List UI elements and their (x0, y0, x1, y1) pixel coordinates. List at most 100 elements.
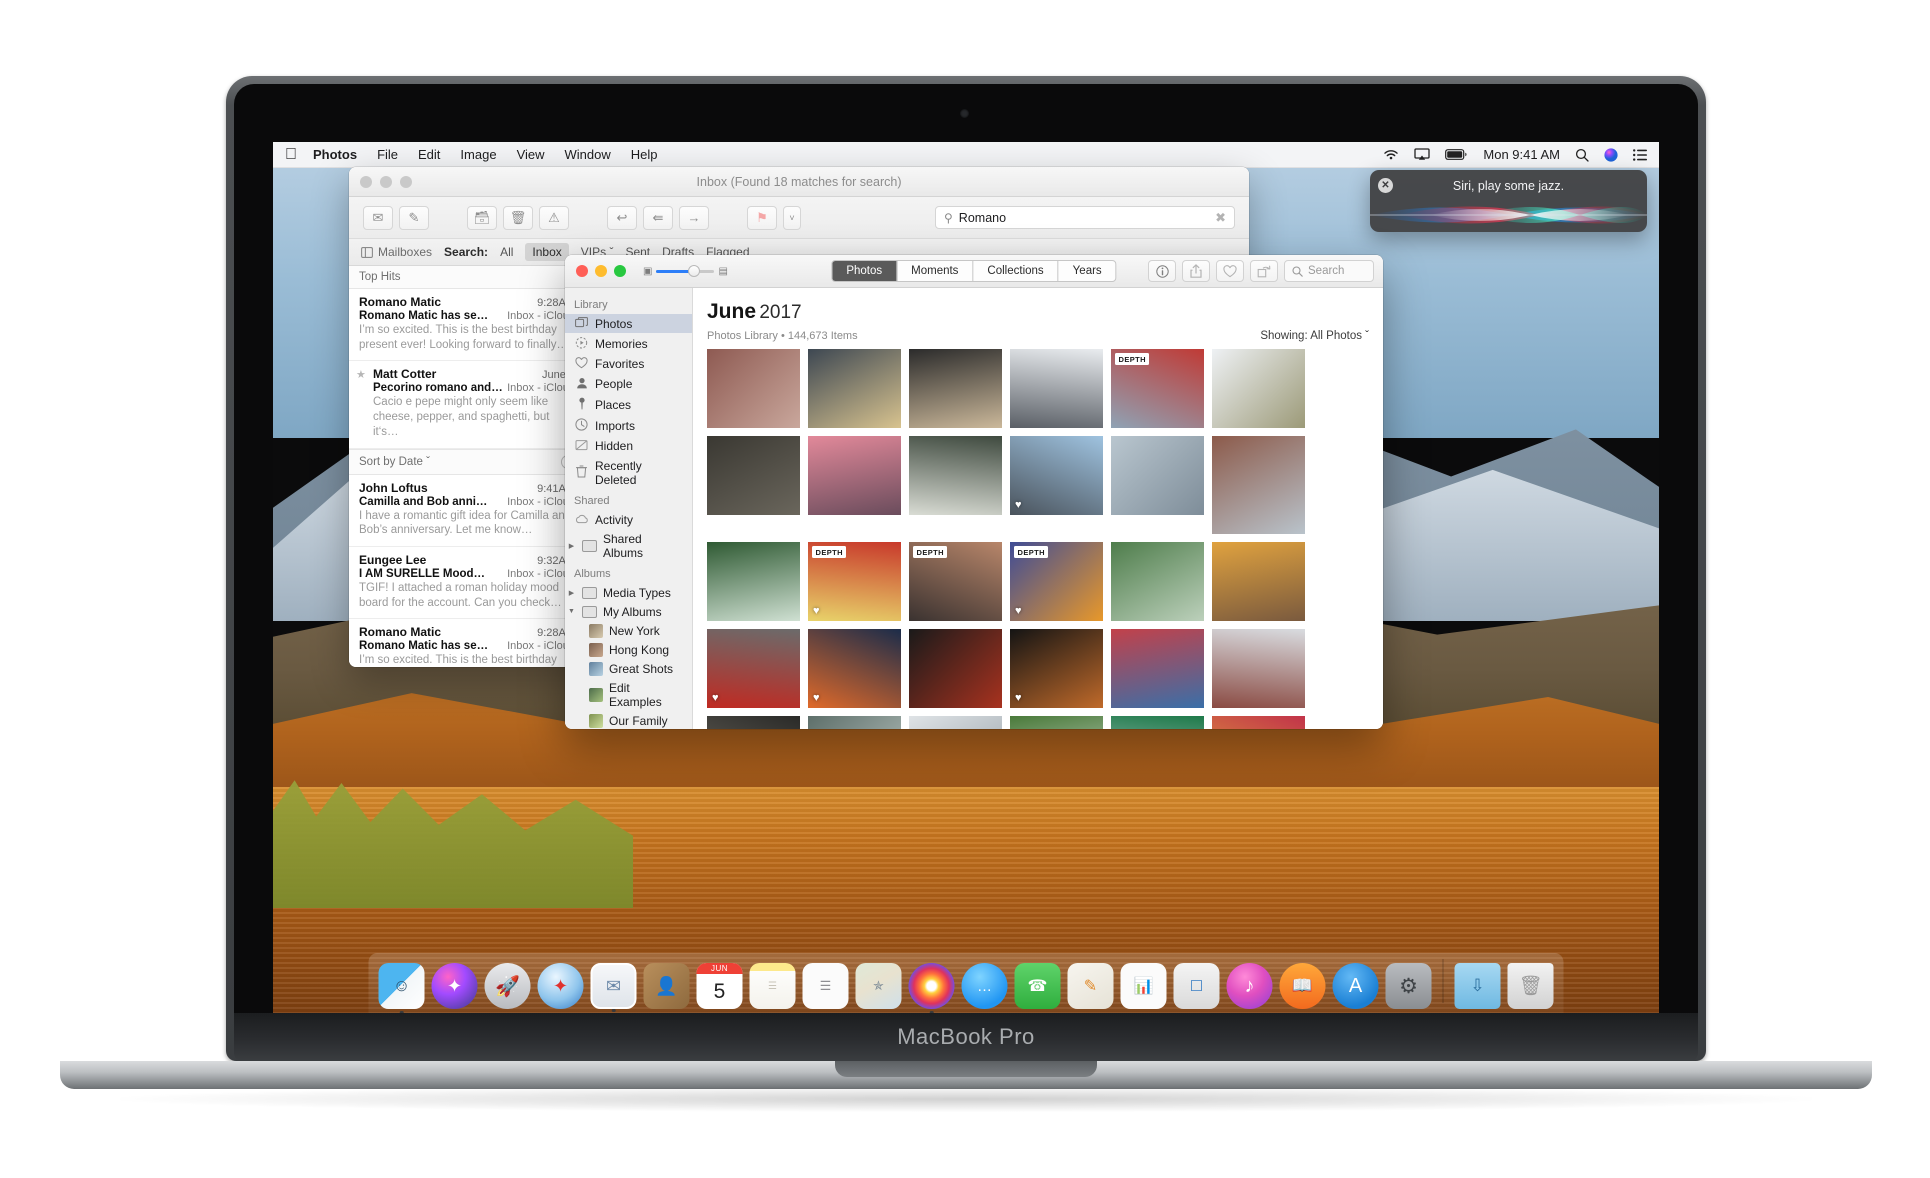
clear-icon[interactable]: ✖ (1215, 210, 1226, 226)
sidebar-item-memories[interactable]: Memories (565, 333, 692, 354)
chevron-right-icon[interactable]: ▶ (567, 542, 576, 550)
mail-message-list[interactable]: Top Hits Romano Matic 9:28AM Romano Mati… (349, 266, 586, 667)
photo-thumbnail[interactable] (1212, 716, 1305, 729)
photo-thumbnail[interactable] (909, 436, 1002, 515)
dock-item-photos[interactable] (908, 963, 955, 1013)
sidebar-item-our-family[interactable]: Our Family (565, 711, 692, 729)
photo-thumbnail[interactable] (1212, 349, 1305, 428)
sidebar-item-activity[interactable]: Activity (565, 510, 692, 529)
sidebar-item-media-types[interactable]: ▶ Media Types (565, 583, 692, 602)
dock-item-keynote[interactable]: ☐ (1173, 963, 1220, 1009)
sidebar-item-hong-kong[interactable]: Hong Kong (565, 640, 692, 659)
dock-item-itunes[interactable]: ♪ (1226, 963, 1273, 1009)
heart-icon[interactable] (1216, 260, 1244, 282)
zoom-slider-knob[interactable] (688, 265, 701, 277)
photo-thumbnail[interactable] (1010, 349, 1103, 428)
trash-icon[interactable]: 🗑 (503, 205, 533, 230)
photos-minimize-button[interactable] (595, 265, 607, 277)
airplay-icon[interactable] (1414, 148, 1431, 161)
menu-item-window[interactable]: Window (565, 147, 611, 162)
mail-close-button[interactable] (360, 175, 372, 188)
mail-titlebar[interactable]: Inbox (Found 18 matches for search) (349, 167, 1249, 197)
list-item[interactable]: Eungee Lee 9:32AM I AM SURELLE Mood… Inb… (349, 547, 585, 620)
photos-content[interactable]: June 2017 Photos Library • 144,673 Items… (693, 288, 1383, 729)
forward-icon[interactable]: → (679, 205, 709, 230)
zoom-out-icon[interactable]: ▣ (643, 266, 652, 277)
photo-thumbnail[interactable] (1111, 436, 1204, 515)
photo-thumbnail[interactable] (1010, 716, 1103, 729)
list-item[interactable]: Romano Matic 9:28AM Romano Matic has sen… (349, 289, 585, 362)
sidebar-item-great-shots[interactable]: Great Shots (565, 659, 692, 678)
mailboxes-toggle[interactable]: Mailboxes (361, 245, 432, 259)
tab-years[interactable]: Years (1059, 261, 1116, 281)
sidebar-item-shared-albums[interactable]: ▶ Shared Albums (565, 529, 692, 562)
photo-thumbnail[interactable]: DEPTH ♥ (1010, 542, 1103, 621)
photo-thumbnail[interactable] (909, 716, 1002, 729)
menu-item-file[interactable]: File (377, 147, 398, 162)
menu-item-image[interactable]: Image (460, 147, 496, 162)
photo-thumbnail[interactable]: DEPTH (909, 542, 1002, 621)
photos-close-button[interactable] (576, 265, 588, 277)
photos-zoom-button[interactable] (614, 265, 626, 277)
mail-zoom-button[interactable] (400, 175, 412, 188)
sidebar-item-new-york[interactable]: New York (565, 621, 692, 640)
photos-view-segmented-control[interactable]: Photos Moments Collections Years (831, 260, 1117, 282)
photos-sidebar[interactable]: Library Photos Memories Favorites People… (565, 288, 693, 729)
photo-thumbnail[interactable] (808, 716, 901, 729)
photo-thumbnail[interactable]: ♥ (707, 629, 800, 708)
sidebar-item-photos[interactable]: Photos (565, 314, 692, 333)
photo-thumbnail[interactable] (707, 542, 800, 621)
photo-thumbnail[interactable] (707, 436, 800, 515)
photo-thumbnail[interactable] (909, 629, 1002, 708)
dock-item-trash[interactable]: 🗑 (1507, 963, 1554, 1009)
photos-search-input[interactable]: Search (1284, 260, 1374, 282)
list-item[interactable]: John Loftus 9:41AM Camilla and Bob anni…… (349, 475, 585, 548)
wifi-icon[interactable] (1383, 149, 1399, 161)
list-item[interactable]: ★ Matt Cotter June 3 Pecorino romano and… (349, 361, 585, 449)
rotate-icon[interactable] (1250, 260, 1278, 282)
thumbnail-zoom-slider[interactable]: ▣ ▤ (643, 265, 728, 277)
photo-thumbnail[interactable]: DEPTH (1111, 349, 1204, 428)
dock-item-messages[interactable]: … (961, 963, 1008, 1009)
zoom-slider-track[interactable] (656, 265, 715, 277)
photos-window-controls[interactable] (574, 265, 626, 277)
dock-item-numbers[interactable]: 📊 (1120, 963, 1167, 1009)
menu-item-photos[interactable]: Photos (313, 147, 357, 162)
mail-toolbar[interactable]: ✉ ✎ 🗃 🗑 ⚠ ↩ ⇚ → ⚑ ˅ ⚲ Romano ✖ (349, 197, 1249, 239)
photo-thumbnail[interactable] (808, 436, 901, 515)
get-mail-envelope-icon[interactable]: ✉ (363, 205, 393, 230)
photo-thumbnail[interactable]: ♥ (1010, 629, 1103, 708)
photos-toolbar-right[interactable]: Search (1148, 260, 1374, 282)
close-icon[interactable]: ✕ (1378, 178, 1393, 193)
menu-item-view[interactable]: View (517, 147, 545, 162)
siri-panel[interactable]: ✕ Siri, play some jazz. (1370, 170, 1647, 232)
photo-thumbnail[interactable] (1212, 542, 1305, 621)
photo-thumbnail[interactable] (707, 716, 800, 729)
dock-item-finder[interactable]: ☺ (378, 963, 425, 1013)
sidebar-item-recently-deleted[interactable]: Recently Deleted (565, 456, 692, 489)
photo-thumbnail[interactable] (1111, 542, 1204, 621)
showing-filter-dropdown[interactable]: Showing: All Photos ˇ (1260, 330, 1369, 342)
spotlight-search-icon[interactable] (1575, 148, 1589, 162)
photos-window[interactable]: ▣ ▤ Photos Moments Collections Years Sea… (565, 255, 1383, 729)
dock-item-safari[interactable]: ✦ (537, 963, 584, 1009)
menu-clock[interactable]: Mon 9:41 AM (1483, 147, 1560, 162)
sidebar-item-imports[interactable]: Imports (565, 415, 692, 436)
sort-by-control[interactable]: Sort by Date ˇ ▼ (349, 448, 585, 475)
photo-thumbnail[interactable] (1111, 629, 1204, 708)
dock-item-ibooks[interactable]: 📖 (1279, 963, 1326, 1009)
dock-item-appstore[interactable]: A (1332, 963, 1379, 1009)
menu-item-edit[interactable]: Edit (418, 147, 440, 162)
photo-thumbnail[interactable]: ♥ (1010, 436, 1103, 515)
dock-item-launchpad[interactable]: 🚀 (484, 963, 531, 1009)
dock-item-maps[interactable]: ✯ (855, 963, 902, 1009)
chevron-down-icon[interactable]: ▼ (567, 608, 576, 615)
dock-item-calendar[interactable]: JUN 5 (696, 963, 743, 1009)
mail-minimize-button[interactable] (380, 175, 392, 188)
scope-inbox[interactable]: Inbox (525, 243, 569, 261)
chevron-down-icon[interactable]: ˅ (783, 205, 801, 230)
flag-icon[interactable]: ⚑ (747, 205, 777, 230)
dock-item-reminders[interactable]: ☰ (802, 963, 849, 1009)
info-icon[interactable] (1148, 260, 1176, 282)
photo-thumbnail[interactable] (1111, 716, 1204, 729)
